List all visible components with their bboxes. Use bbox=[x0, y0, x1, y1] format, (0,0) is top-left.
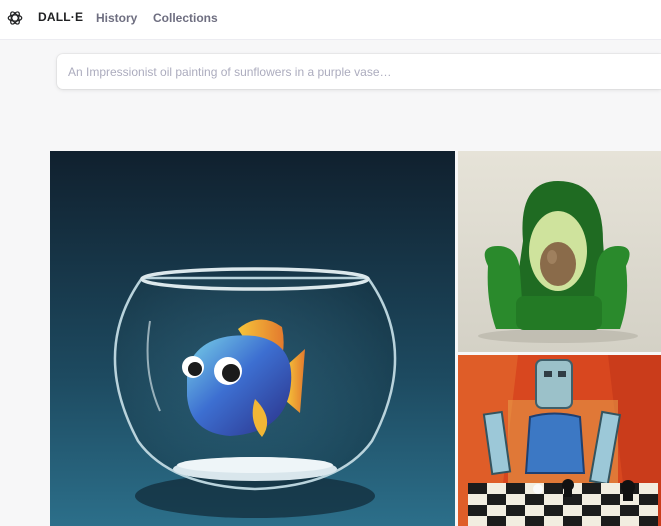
brand-link[interactable]: DALL·E bbox=[38, 10, 83, 24]
fishbowl-image bbox=[50, 151, 455, 526]
avocado-armchair-image bbox=[458, 151, 661, 352]
gallery-image-fishbowl[interactable] bbox=[50, 151, 455, 526]
robot-chess-painting-image bbox=[458, 355, 661, 526]
nav-history[interactable]: History bbox=[96, 11, 137, 25]
prompt-input[interactable] bbox=[57, 54, 661, 89]
openai-logo-icon[interactable] bbox=[6, 9, 24, 27]
gallery-image-robot-chess[interactable] bbox=[458, 355, 661, 526]
top-navigation: DALL·E History Collections bbox=[0, 0, 661, 40]
nav-collections[interactable]: Collections bbox=[153, 11, 218, 25]
prompt-search-bar[interactable] bbox=[57, 54, 661, 89]
gallery-image-avocado-armchair[interactable] bbox=[458, 151, 661, 352]
